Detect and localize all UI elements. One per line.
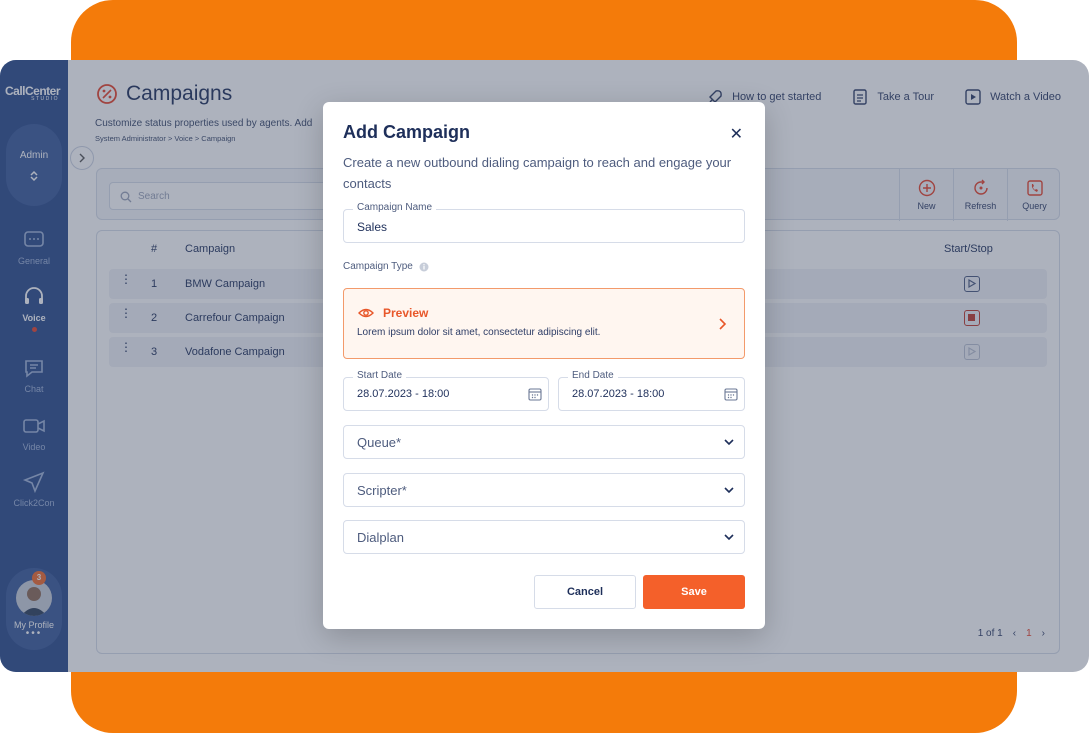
calendar-icon[interactable] bbox=[528, 387, 542, 401]
info-icon bbox=[419, 262, 429, 271]
dialog-description: Create a new outbound dialing campaign t… bbox=[343, 155, 732, 191]
field-value: Sales bbox=[357, 220, 388, 234]
chevron-right-icon bbox=[719, 318, 727, 330]
field-value: 28.07.2023 - 18:00 bbox=[357, 388, 450, 400]
chevron-down-icon bbox=[724, 439, 734, 446]
campaign-type-selector[interactable]: Preview Lorem ipsum dolor sit amet, cons… bbox=[343, 288, 745, 359]
end-date-field[interactable]: End Date 28.07.2023 - 18:00 bbox=[558, 370, 745, 411]
chevron-down-icon bbox=[724, 487, 734, 494]
save-button[interactable]: Save bbox=[643, 575, 745, 609]
field-value: 28.07.2023 - 18:00 bbox=[572, 388, 665, 400]
dialplan-select[interactable]: Dialplan bbox=[343, 520, 745, 554]
campaign-type-description: Lorem ipsum dolor sit amet, consectetur … bbox=[357, 327, 601, 338]
select-value: Scripter* bbox=[357, 483, 407, 498]
queue-select[interactable]: Queue* bbox=[343, 425, 745, 459]
stage: CallCenter STUDIO Admin General Voice Ch… bbox=[0, 0, 1089, 733]
dialog-title: Add Campaign bbox=[343, 122, 471, 142]
campaign-type-title: Preview bbox=[383, 306, 429, 320]
eye-icon bbox=[358, 308, 374, 318]
field-label: Start Date bbox=[353, 370, 407, 381]
close-icon[interactable]: ✕ bbox=[730, 124, 743, 144]
cancel-button[interactable]: Cancel bbox=[534, 575, 636, 609]
calendar-icon[interactable] bbox=[724, 387, 738, 401]
campaign-name-field[interactable]: Campaign Name Sales bbox=[343, 202, 745, 243]
chevron-down-icon bbox=[724, 534, 734, 541]
label-text: Campaign Type bbox=[343, 261, 413, 272]
select-value: Queue* bbox=[357, 435, 402, 450]
campaign-type-label: Campaign Type bbox=[343, 261, 429, 272]
start-date-field[interactable]: Start Date 28.07.2023 - 18:00 bbox=[343, 370, 549, 411]
field-label: Campaign Name bbox=[353, 202, 437, 213]
field-label: End Date bbox=[568, 370, 618, 381]
add-campaign-dialog: Add Campaign ✕ Create a new outbound dia… bbox=[323, 102, 765, 629]
scripter-select[interactable]: Scripter* bbox=[343, 473, 745, 507]
select-value: Dialplan bbox=[357, 530, 404, 545]
